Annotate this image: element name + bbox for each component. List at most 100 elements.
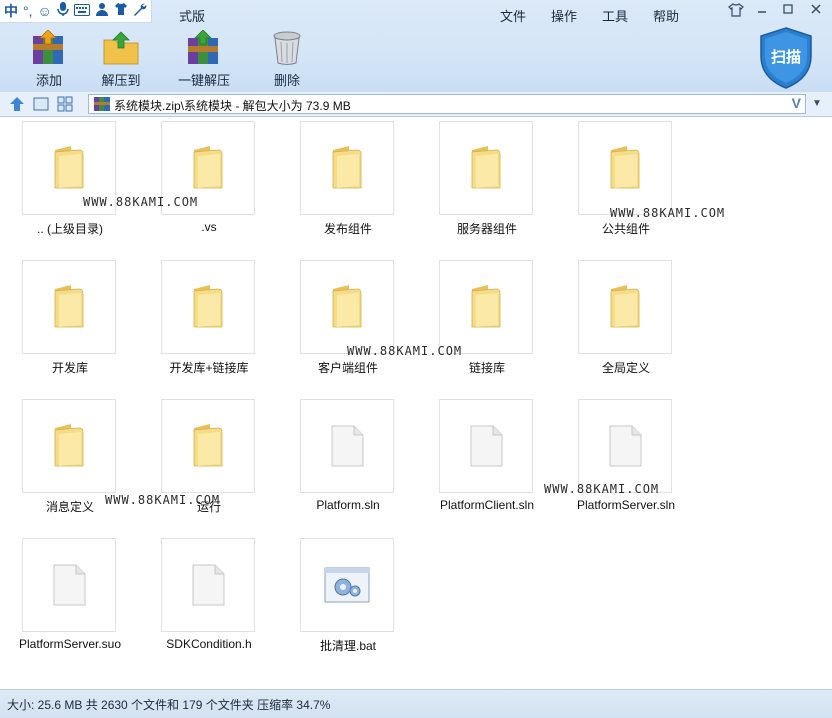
extract-folder-icon xyxy=(103,31,139,65)
file-name: PlatformServer.sln xyxy=(576,498,676,512)
folder-icon xyxy=(578,260,672,354)
folder-icon xyxy=(300,121,394,215)
status-text: 大小: 25.6 MB 共 2630 个文件和 179 个文件夹 压缩率 34.… xyxy=(7,698,331,712)
nav-buttons xyxy=(8,95,74,113)
extract-to-button[interactable]: 解压到 xyxy=(86,30,156,89)
window-controls xyxy=(726,3,828,19)
document-icon xyxy=(161,538,255,632)
shirt-icon[interactable] xyxy=(114,2,128,20)
document-icon xyxy=(22,538,116,632)
folder-item[interactable]: 服务器组件 xyxy=(417,117,549,242)
minimize-button[interactable] xyxy=(752,3,772,19)
file-item[interactable]: PlatformClient.sln xyxy=(417,395,549,520)
large-icons-view-icon[interactable] xyxy=(32,95,50,113)
file-item[interactable]: PlatformServer.suo xyxy=(0,534,132,659)
file-name: Platform.sln xyxy=(316,498,380,512)
one-click-extract-icon xyxy=(188,30,218,64)
title-toolbar-area: 中 °, ☺ 式版 文件 操作 工具 帮助 添加 解压到 一键解压 删除 扫描 xyxy=(0,0,832,93)
folder-item[interactable]: 开发库+链接库 xyxy=(139,256,271,381)
trash-icon xyxy=(273,31,301,65)
one-click-extract-button[interactable]: 一键解压 xyxy=(158,30,250,89)
document-icon xyxy=(578,399,672,493)
delete-button[interactable]: 删除 xyxy=(252,30,322,89)
file-name: PlatformClient.sln xyxy=(439,498,535,512)
file-item[interactable]: 批清理.bat xyxy=(278,534,410,659)
zip-archive-icon xyxy=(94,97,110,111)
file-name: 开发库+链接库 xyxy=(169,361,249,375)
menu-file[interactable]: 文件 xyxy=(500,4,526,27)
folder-icon xyxy=(161,260,255,354)
folder-item[interactable]: 全局定义 xyxy=(556,256,688,381)
smiley-icon[interactable]: ☺ xyxy=(38,2,52,20)
file-name: PlatformServer.suo xyxy=(18,637,122,651)
address-history-button[interactable]: V xyxy=(792,95,801,111)
chevron-down-icon[interactable]: ▼ xyxy=(808,95,826,113)
folder-icon xyxy=(300,260,394,354)
add-button[interactable]: 添加 xyxy=(14,30,84,89)
file-name: 全局定义 xyxy=(601,361,650,375)
watermark-1: WWW.88KAMI.COM xyxy=(83,195,199,209)
scan-button[interactable]: 扫描 xyxy=(758,26,814,90)
file-name: 链接库 xyxy=(468,361,505,375)
file-name: 批清理.bat xyxy=(319,639,377,653)
document-icon xyxy=(300,399,394,493)
document-icon xyxy=(439,399,533,493)
batch-file-icon xyxy=(300,538,394,632)
file-item[interactable]: SDKCondition.h xyxy=(139,534,271,659)
user-icon[interactable] xyxy=(95,2,109,20)
app-title: 式版 xyxy=(179,9,206,24)
menu-help[interactable]: 帮助 xyxy=(653,4,679,27)
file-name: SDKCondition.h xyxy=(166,637,252,651)
skin-icon[interactable] xyxy=(726,3,746,19)
folder-item[interactable]: .vs xyxy=(139,117,271,242)
folder-item[interactable]: 客户端组件 xyxy=(278,256,410,381)
menu-tools[interactable]: 工具 xyxy=(602,4,628,27)
address-field[interactable]: 系统模块.zip\系统模块 - 解包大小为 73.9 MB V xyxy=(88,94,806,114)
folder-icon xyxy=(161,399,255,493)
file-name: .vs xyxy=(201,220,217,234)
small-icons-view-icon[interactable] xyxy=(56,95,74,113)
folder-icon xyxy=(578,121,672,215)
ime-toolbar: 中 °, ☺ xyxy=(0,0,152,23)
folder-icon xyxy=(22,260,116,354)
one-click-extract-label: 一键解压 xyxy=(177,73,230,88)
watermark-3: WWW.88KAMI.COM xyxy=(347,344,463,358)
file-item[interactable]: Platform.sln xyxy=(278,395,410,520)
folder-item[interactable]: 链接库 xyxy=(417,256,549,381)
extract-to-label: 解压到 xyxy=(101,73,141,88)
wrench-icon[interactable] xyxy=(133,2,147,20)
microphone-icon[interactable] xyxy=(57,1,69,21)
close-button[interactable] xyxy=(804,3,828,19)
add-label: 添加 xyxy=(35,73,62,88)
file-name: 服务器组件 xyxy=(456,222,517,236)
folder-item[interactable]: 发布组件 xyxy=(278,117,410,242)
file-name: 开发库 xyxy=(51,361,88,375)
folder-item[interactable]: 开发库 xyxy=(0,256,132,381)
file-name: 客户端组件 xyxy=(317,361,378,375)
folder-item[interactable]: 公共组件 xyxy=(556,117,688,242)
watermark-4: WWW.88KAMI.COM xyxy=(105,493,221,507)
status-bar: 大小: 25.6 MB 共 2630 个文件和 179 个文件夹 压缩率 34.… xyxy=(0,689,832,718)
folder-item[interactable]: .. (上级目录) xyxy=(0,117,132,242)
maximize-button[interactable] xyxy=(778,3,798,19)
file-name: 发布组件 xyxy=(323,222,372,236)
watermark-5: WWW.88KAMI.COM xyxy=(544,482,660,496)
ime-language-toggle[interactable]: 中 xyxy=(4,2,18,20)
menu-operate[interactable]: 操作 xyxy=(551,4,577,27)
delete-label: 删除 xyxy=(273,73,300,88)
scan-label: 扫描 xyxy=(770,49,801,66)
address-path: 系统模块.zip\系统模块 - 解包大小为 73.9 MB xyxy=(114,99,351,113)
folder-icon xyxy=(439,260,533,354)
folder-icon xyxy=(439,121,533,215)
add-archive-icon xyxy=(33,30,63,64)
file-item[interactable]: PlatformServer.sln xyxy=(556,395,688,520)
folder-icon xyxy=(22,399,116,493)
file-name: .. (上级目录) xyxy=(37,222,103,236)
ime-punctuation-toggle[interactable]: °, xyxy=(23,2,33,20)
file-name: 公共组件 xyxy=(601,222,650,236)
address-bar-row: 系统模块.zip\系统模块 - 解包大小为 73.9 MB V ▼ xyxy=(0,92,832,117)
file-list: 批清理.bat SDKCondition.h PlatformServer.suo P… xyxy=(0,117,832,688)
up-arrow-icon[interactable] xyxy=(8,95,26,113)
keyboard-icon[interactable] xyxy=(73,2,90,20)
menu-bar: 文件 操作 工具 帮助 xyxy=(500,4,704,27)
